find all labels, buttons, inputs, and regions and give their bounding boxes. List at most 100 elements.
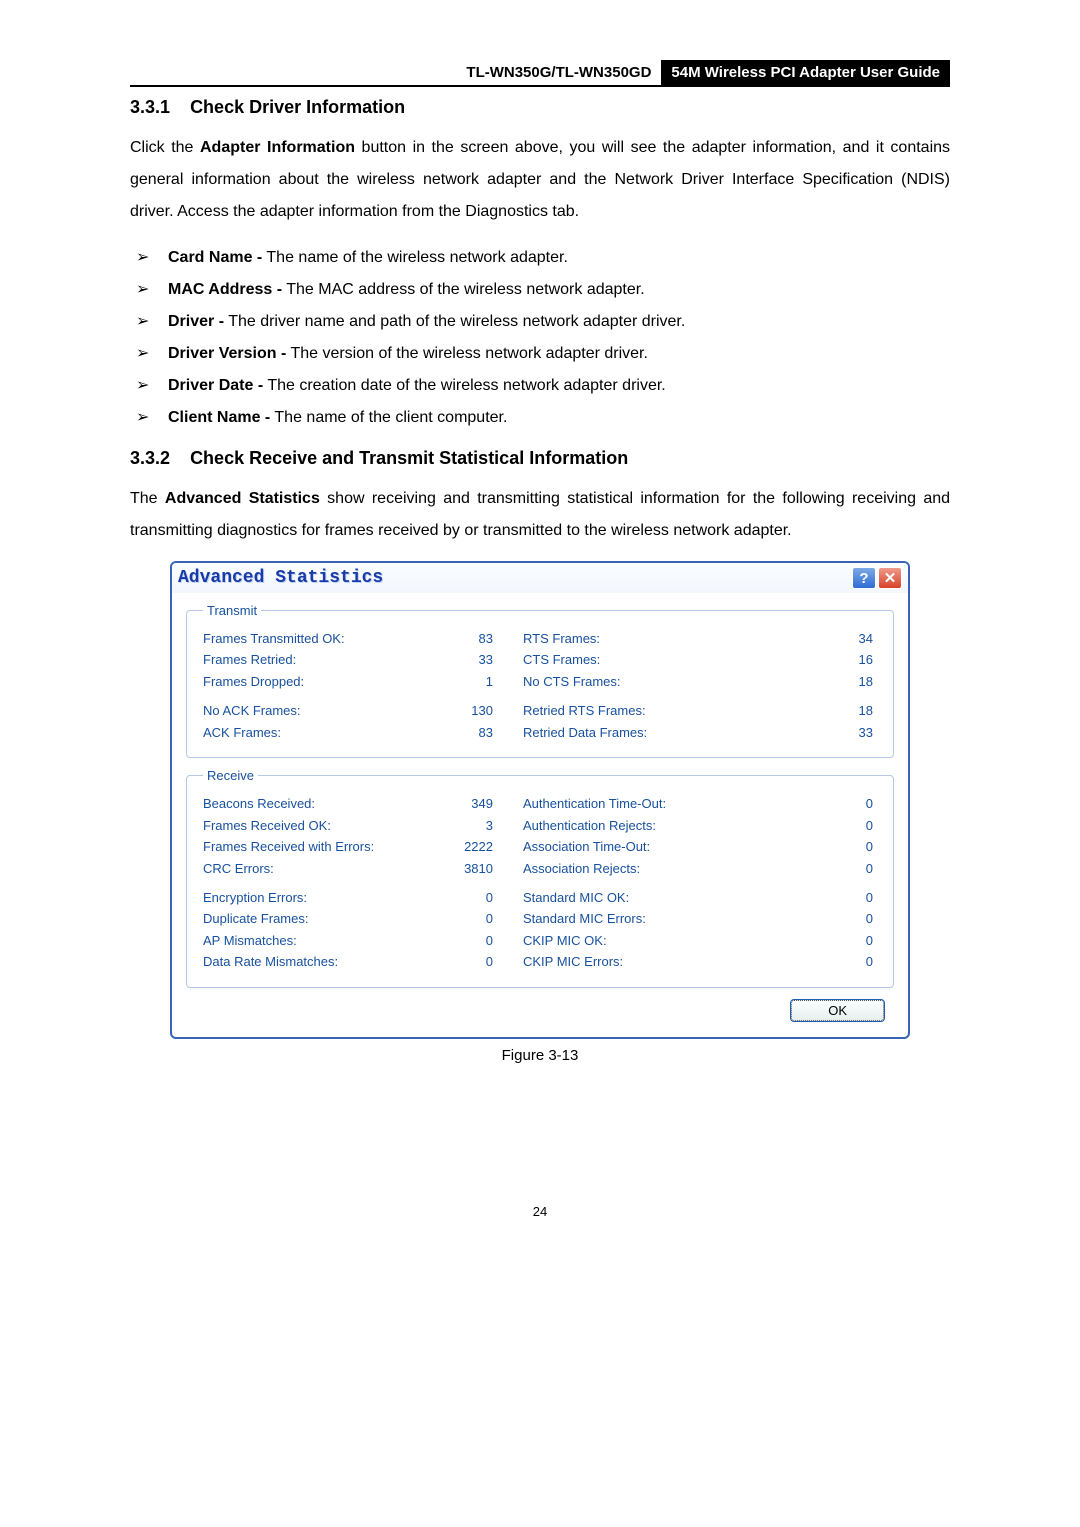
stat-value: 33 [453,649,523,670]
stat-label: Frames Received with Errors: [203,836,453,857]
stat-value: 0 [453,951,523,972]
stat-value: 0 [763,887,877,908]
stat-row: No ACK Frames:130Retried RTS Frames:18 [203,700,877,721]
stat-label: CKIP MIC Errors: [523,951,763,972]
stat-row: Encryption Errors:0Standard MIC OK:0 [203,887,877,908]
bullet-bold: Driver - [168,313,224,330]
stat-value: 3 [453,815,523,836]
stat-value: 0 [763,793,877,814]
text: Click the [130,139,200,156]
stat-label: Retried Data Frames: [523,722,763,743]
stat-label: Frames Dropped: [203,671,453,692]
stat-label: Standard MIC OK: [523,887,763,908]
transmit-legend: Transmit [203,603,261,618]
stat-value: 83 [453,628,523,649]
stat-label: CKIP MIC OK: [523,930,763,951]
dialog-titlebar: Advanced Statistics ? ✕ [172,563,908,593]
stat-row: AP Mismatches:0CKIP MIC OK:0 [203,930,877,951]
stat-label: Authentication Rejects: [523,815,763,836]
section-text: Check Receive and Transmit Statistical I… [190,448,628,468]
bullet-text: The driver name and path of the wireless… [224,313,685,330]
bullet-text: The name of the client computer. [270,409,507,426]
stat-value: 34 [763,628,877,649]
dialog-body: Transmit Frames Transmitted OK:83RTS Fra… [172,593,908,1037]
stat-value: 3810 [453,858,523,879]
stat-label: Association Rejects: [523,858,763,879]
advanced-statistics-dialog: Advanced Statistics ? ✕ Transmit Frames … [170,561,910,1039]
stat-row: Frames Received OK:3Authentication Rejec… [203,815,877,836]
bold-text: Advanced Statistics [165,490,320,507]
stat-row: Frames Retried:33CTS Frames:16 [203,649,877,670]
help-icon[interactable]: ? [852,567,876,589]
stat-value: 18 [763,671,877,692]
section-num: 3.3.2 [130,448,170,468]
dialog-title: Advanced Statistics [178,568,850,588]
stat-row: Frames Transmitted OK:83RTS Frames:34 [203,628,877,649]
stat-value: 0 [763,930,877,951]
receive-legend: Receive [203,768,258,783]
list-item: MAC Address - The MAC address of the wir… [134,274,950,306]
dialog-button-row: OK [186,998,894,1025]
stat-value: 0 [453,887,523,908]
stat-label: RTS Frames: [523,628,763,649]
list-item: Driver Version - The version of the wire… [134,338,950,370]
stat-label: AP Mismatches: [203,930,453,951]
stat-value: 83 [453,722,523,743]
stat-value: 16 [763,649,877,670]
receive-group: Receive Beacons Received:349Authenticati… [186,768,894,988]
close-icon[interactable]: ✕ [878,567,902,589]
stat-value: 1 [453,671,523,692]
list-item: Driver Date - The creation date of the w… [134,370,950,402]
stat-label: Beacons Received: [203,793,453,814]
text: The [130,490,165,507]
bullet-text: The version of the wireless network adap… [286,345,648,362]
stat-label: Association Time-Out: [523,836,763,857]
bullet-bold: Card Name - [168,249,262,266]
stat-row: Frames Received with Errors:2222Associat… [203,836,877,857]
section-332-para: The Advanced Statistics show receiving a… [130,483,950,547]
stat-label: Frames Transmitted OK: [203,628,453,649]
stat-row: ACK Frames:83Retried Data Frames:33 [203,722,877,743]
stat-value: 0 [763,951,877,972]
section-331-bullets: Card Name - The name of the wireless net… [130,242,950,434]
list-item: Driver - The driver name and path of the… [134,306,950,338]
bold-text: Adapter Information [200,139,355,156]
section-332-title: 3.3.2 Check Receive and Transmit Statist… [130,448,950,469]
section-331-title: 3.3.1 Check Driver Information [130,97,950,118]
stat-value: 18 [763,700,877,721]
transmit-group: Transmit Frames Transmitted OK:83RTS Fra… [186,603,894,758]
bullet-text: The name of the wireless network adapter… [262,249,568,266]
stat-value: 2222 [453,836,523,857]
stat-value: 0 [763,858,877,879]
stat-row: Beacons Received:349Authentication Time-… [203,793,877,814]
stat-value: 130 [453,700,523,721]
stat-row: CRC Errors:3810Association Rejects:0 [203,858,877,879]
header-left-text: TL-WN350G/TL-WN350GD [130,60,661,85]
stat-value: 0 [763,836,877,857]
stat-label: No ACK Frames: [203,700,453,721]
stat-label: Standard MIC Errors: [523,908,763,929]
stat-label: CTS Frames: [523,649,763,670]
stat-label: ACK Frames: [203,722,453,743]
bullet-bold: MAC Address - [168,281,282,298]
header-right-text: 54M Wireless PCI Adapter User Guide [661,60,950,85]
ok-button[interactable]: OK [791,1000,884,1021]
list-item: Client Name - The name of the client com… [134,402,950,434]
section-331-para: Click the Adapter Information button in … [130,132,950,228]
stat-value: 0 [453,930,523,951]
stat-row: Frames Dropped:1No CTS Frames:18 [203,671,877,692]
stat-value: 0 [453,908,523,929]
stat-value: 349 [453,793,523,814]
stat-label: Authentication Time-Out: [523,793,763,814]
stat-label: Retried RTS Frames: [523,700,763,721]
stat-label: Data Rate Mismatches: [203,951,453,972]
stat-value: 0 [763,908,877,929]
stat-label: Frames Retried: [203,649,453,670]
stat-label: Duplicate Frames: [203,908,453,929]
stat-label: Encryption Errors: [203,887,453,908]
stat-row: Data Rate Mismatches:0CKIP MIC Errors:0 [203,951,877,972]
figure-caption: Figure 3-13 [130,1047,950,1064]
stat-label: No CTS Frames: [523,671,763,692]
page-number: 24 [130,1204,950,1219]
stat-row: Duplicate Frames:0Standard MIC Errors:0 [203,908,877,929]
